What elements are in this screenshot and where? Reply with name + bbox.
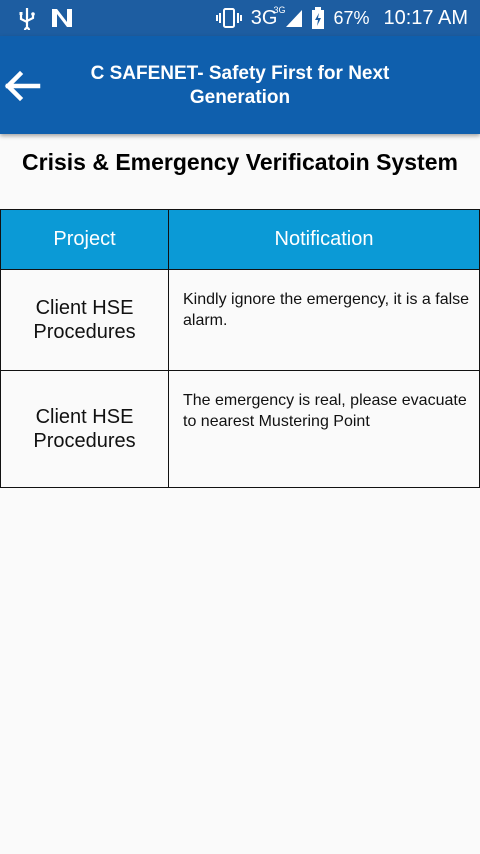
- notification-n-icon: [52, 9, 72, 27]
- signal-icon: [286, 10, 303, 27]
- column-header-notification: Notification: [168, 209, 480, 270]
- column-header-project: Project: [0, 209, 169, 270]
- project-cell: Client HSE Procedures: [0, 269, 169, 371]
- vibrate-icon: [215, 8, 242, 28]
- usb-icon: [19, 8, 35, 30]
- back-arrow-icon: [4, 70, 41, 102]
- page-title: Crisis & Emergency Verificatoin System: [22, 149, 458, 175]
- network-type: 3G 3G: [250, 4, 286, 29]
- table-row[interactable]: Client HSE Procedures The emergency is r…: [0, 370, 480, 488]
- app-title: C SAFENET- Safety First for Next Generat…: [90, 63, 390, 108]
- battery-percent: 67%: [333, 7, 370, 28]
- table-header-row: Project Notification: [0, 209, 480, 270]
- project-cell: Client HSE Procedures: [0, 370, 169, 488]
- table-row[interactable]: Client HSE Procedures Kindly ignore the …: [0, 269, 480, 371]
- status-bar: 3G 3G 67% 10:17 AM: [0, 0, 480, 36]
- back-button[interactable]: [2, 66, 42, 106]
- app-bar: C SAFENET- Safety First for Next Generat…: [0, 36, 480, 134]
- notification-cell: The emergency is real, please evacuate t…: [168, 370, 480, 488]
- battery-icon: [312, 7, 325, 29]
- notification-cell: Kindly ignore the emergency, it is a fal…: [168, 269, 480, 371]
- notification-table: Project Notification Client HSE Procedur…: [0, 209, 480, 488]
- clock: 10:17 AM: [383, 6, 468, 29]
